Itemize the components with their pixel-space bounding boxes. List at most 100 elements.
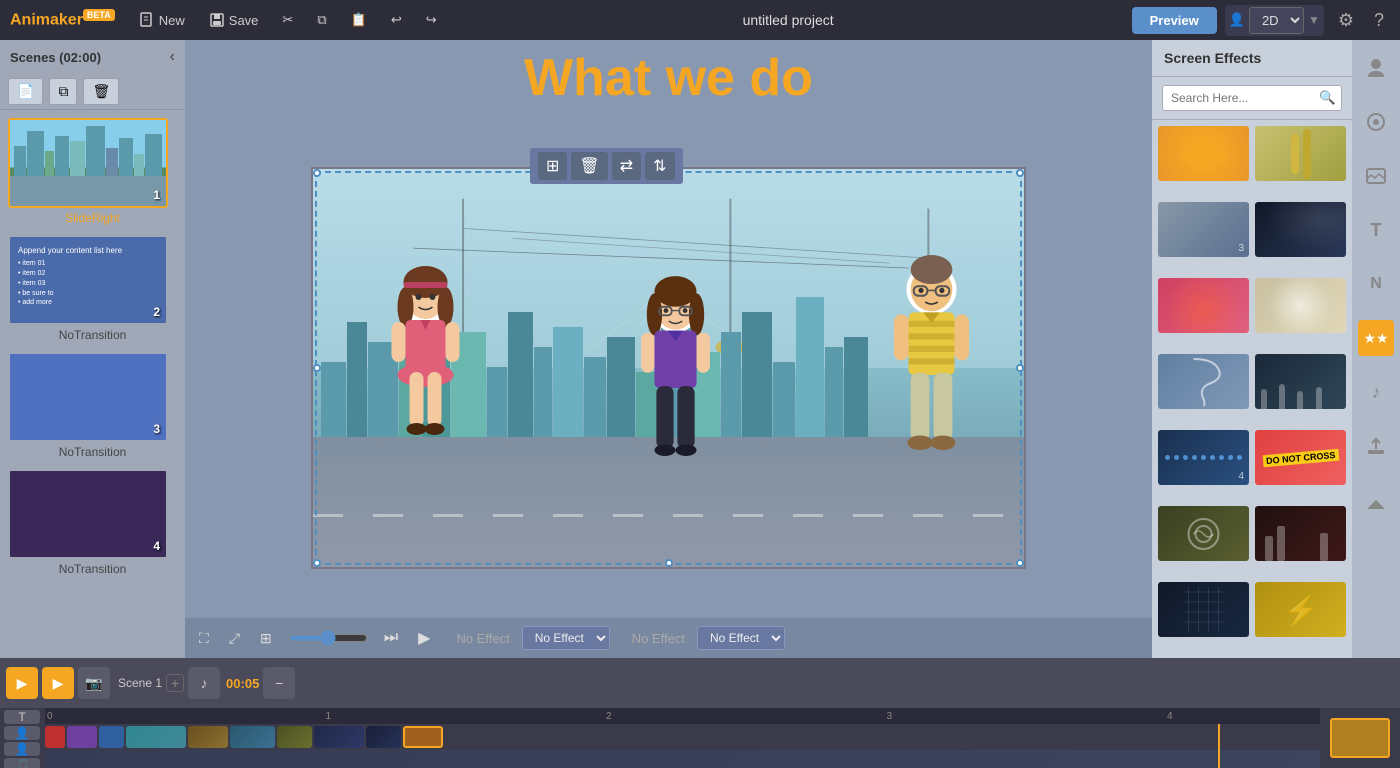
effect-thumb-4[interactable] xyxy=(1255,202,1346,257)
track-icon-2[interactable]: 👤 xyxy=(4,742,40,756)
effect-thumb-5[interactable] xyxy=(1158,278,1249,333)
screen-effects-icon[interactable]: ★★ xyxy=(1358,320,1394,356)
save-button[interactable]: Save xyxy=(201,8,267,32)
text-tool-icon[interactable]: T xyxy=(1358,212,1394,248)
track-icon-text[interactable]: T xyxy=(4,710,40,724)
effect-thumb-3[interactable]: 3 xyxy=(1158,202,1249,257)
timeline-end-area xyxy=(1320,708,1400,768)
grid-view-button[interactable]: ⊞ xyxy=(256,626,276,651)
view-mode-select[interactable]: 2D3D xyxy=(1249,7,1304,34)
scenes-panel: Scenes (02:00) ‹ 📄 ⧉ 🗑 xyxy=(0,40,185,658)
fullscreen-button[interactable]: ⤢ xyxy=(225,626,244,651)
clip-text-10[interactable] xyxy=(403,726,443,748)
backgrounds-icon[interactable] xyxy=(1358,158,1394,194)
effect1-label: No Effect xyxy=(456,631,509,646)
fit-screen-button[interactable]: ⛶ xyxy=(195,626,213,651)
timeline-ruler: 0 1 2 3 4 xyxy=(45,708,1320,768)
effect-thumb-6[interactable] xyxy=(1255,278,1346,333)
avatar-icon: 👤 xyxy=(1229,12,1245,28)
smart-move-icon[interactable]: N xyxy=(1358,266,1394,302)
delete-tool-button[interactable]: 🗑 xyxy=(571,152,607,180)
zoom-slider[interactable] xyxy=(288,630,368,646)
track-icon-1[interactable]: 👤 xyxy=(4,726,40,740)
clip-text-1[interactable] xyxy=(45,726,65,748)
copy-button[interactable]: ⧉ xyxy=(309,8,334,32)
clip-text-4[interactable] xyxy=(126,726,186,748)
timeline-top: ▶ ▶ 📷 Scene 1 + ♪ 00:05 − xyxy=(0,658,1400,708)
cut-button[interactable]: ✂ xyxy=(274,8,301,32)
adjust-tool-button[interactable]: ⇅ xyxy=(645,152,674,180)
effect-thumb-9[interactable]: 4 xyxy=(1158,430,1249,485)
grid-tool-button[interactable]: ⊞ xyxy=(538,152,567,180)
clip-text-5[interactable] xyxy=(188,726,228,748)
timeline-play-button[interactable]: ▶ xyxy=(6,667,38,699)
play-step-button[interactable]: ⏭ xyxy=(380,625,402,651)
clip-bg-full[interactable] xyxy=(45,750,1320,768)
characters-icon[interactable] xyxy=(1358,50,1394,86)
timeline-camera-button[interactable]: 📷 xyxy=(78,667,110,699)
scene-thumb-2[interactable]: Append your content list here • item 01•… xyxy=(8,235,168,325)
duplicate-scene-button[interactable]: ⧉ xyxy=(49,78,77,105)
upload-icon[interactable] xyxy=(1358,428,1394,464)
effect-thumb-7[interactable] xyxy=(1158,354,1249,409)
add-scene-button[interactable]: 📄 xyxy=(8,78,43,105)
canvas-toolbar: ⊞ 🗑 ⇄ ⇅ xyxy=(530,148,683,184)
flip-tool-button[interactable]: ⇄ xyxy=(612,152,641,180)
scenes-collapse-button[interactable]: ‹ xyxy=(170,48,175,66)
effect-thumb-12[interactable] xyxy=(1255,506,1346,561)
scene-item-3[interactable]: 3 NoTransition xyxy=(8,352,177,459)
timeline-track-icons: T 👤 👤 🎵 xyxy=(0,708,45,768)
scene-item-1[interactable]: 1 SlideRight xyxy=(8,118,177,225)
scene-thumb-4[interactable]: 4 xyxy=(8,469,168,559)
timeline-music-button[interactable]: ♪ xyxy=(188,667,220,699)
clip-text-7[interactable] xyxy=(277,726,312,748)
timeline-ruler-numbers: 0 1 2 3 4 xyxy=(45,708,1320,724)
new-button[interactable]: New xyxy=(131,8,193,32)
clip-text-9[interactable] xyxy=(366,726,401,748)
music-icon[interactable]: ♪ xyxy=(1358,374,1394,410)
timeline-tracks: T 👤 👤 🎵 0 1 2 3 4 xyxy=(0,708,1400,768)
track-icon-3[interactable]: 🎵 xyxy=(4,758,40,768)
timeline-minus-button[interactable]: − xyxy=(263,667,295,699)
redo-button[interactable]: ↪ xyxy=(418,8,445,32)
delete-scene-button[interactable]: 🗑 xyxy=(83,78,119,105)
clip-text-3[interactable] xyxy=(99,726,124,748)
timeline-play2-button[interactable]: ▶ xyxy=(42,667,74,699)
timeline-add-button[interactable]: + xyxy=(166,674,184,692)
effects-search-button[interactable]: 🔍 xyxy=(1319,90,1336,106)
scene-item-2[interactable]: Append your content list here • item 01•… xyxy=(8,235,177,342)
scene-item-4[interactable]: 4 NoTransition xyxy=(8,469,177,576)
effect-thumb-11[interactable] xyxy=(1158,506,1249,561)
effect2-select[interactable]: No Effect xyxy=(697,626,785,650)
undo-button[interactable]: ↩ xyxy=(383,8,410,32)
timeline-playhead[interactable] xyxy=(1218,724,1220,768)
timeline: ▶ ▶ 📷 Scene 1 + ♪ 00:05 − T 👤 👤 🎵 0 1 2 … xyxy=(0,658,1400,768)
effect1-select[interactable]: No Effect xyxy=(522,626,610,650)
effects-panel: Screen Effects 🔍 3 xyxy=(1152,40,1352,658)
ruler-mark-3: 3 xyxy=(887,711,893,722)
scene-num-4: 4 xyxy=(153,539,160,553)
timeline-end-clip[interactable] xyxy=(1330,718,1390,758)
effect-thumb-10[interactable]: DO NOT CROSS xyxy=(1255,430,1346,485)
effect-thumb-2[interactable] xyxy=(1255,126,1346,181)
effect-thumb-1[interactable] xyxy=(1158,126,1249,181)
clip-text-8[interactable] xyxy=(314,726,364,748)
play-button[interactable]: ▶ xyxy=(414,624,434,652)
timeline-clips-area xyxy=(45,724,1320,768)
clip-text-2[interactable] xyxy=(67,726,97,748)
props-icon[interactable] xyxy=(1358,104,1394,140)
preview-button[interactable]: Preview xyxy=(1132,7,1217,34)
settings-button[interactable]: ⚙ xyxy=(1332,6,1360,35)
paste-button[interactable]: 📋 xyxy=(343,8,375,32)
scene-thumb-1[interactable]: 1 xyxy=(8,118,168,208)
effect-thumb-14[interactable]: ⚡ xyxy=(1255,582,1346,637)
effects-search-input[interactable] xyxy=(1162,85,1342,111)
help-button[interactable]: ? xyxy=(1368,6,1390,35)
clip-text-6[interactable] xyxy=(230,726,275,748)
effect-thumb-8[interactable] xyxy=(1255,354,1346,409)
effect-thumb-13[interactable] xyxy=(1158,582,1249,637)
scene-thumb-3[interactable]: 3 xyxy=(8,352,168,442)
crop-icon[interactable] xyxy=(1358,482,1394,518)
effects-search: 🔍 xyxy=(1152,77,1352,120)
canvas-title: What we do xyxy=(514,40,823,117)
